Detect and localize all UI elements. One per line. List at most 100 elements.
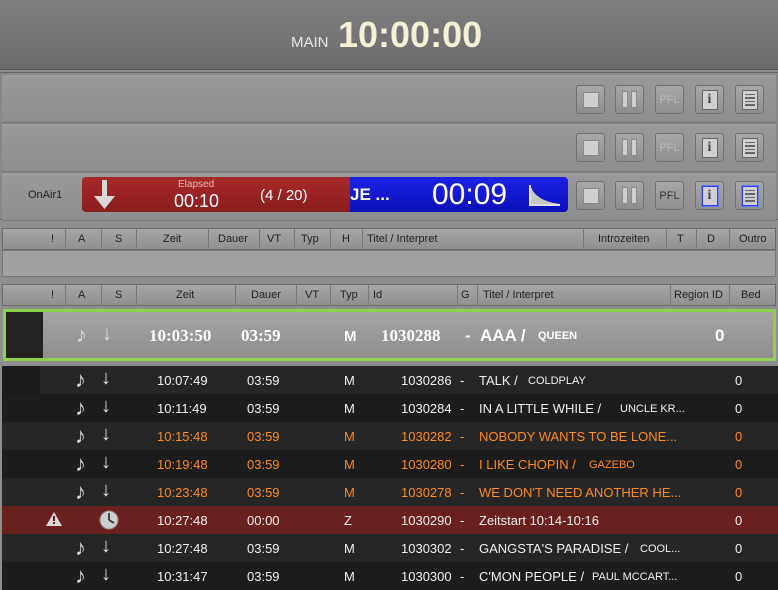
col-id[interactable]: Id bbox=[373, 289, 382, 301]
music-note-icon: ♪ bbox=[75, 563, 86, 588]
col-region-id[interactable]: Region ID bbox=[674, 289, 723, 301]
row-dash: - bbox=[460, 457, 465, 472]
playlist-row[interactable]: ♪ ↓ 10:19:48 03:59 M 1030280 - I LIKE CH… bbox=[2, 450, 778, 478]
row-title: NOBODY WANTS TO BE LONE... bbox=[479, 429, 678, 444]
info-icon: i bbox=[701, 89, 718, 110]
col-dauer[interactable]: Dauer bbox=[218, 233, 248, 245]
down-arrow-icon: ↓ bbox=[101, 563, 111, 585]
remaining-panel[interactable]: JE ... 00:09 bbox=[350, 177, 568, 212]
stop-button[interactable] bbox=[576, 85, 605, 114]
col-bed[interactable]: Bed bbox=[741, 289, 761, 301]
row-region: 0 bbox=[735, 541, 743, 556]
pfl-label: PFL bbox=[659, 93, 680, 106]
row-type: M bbox=[344, 457, 355, 472]
pfl-label: PFL bbox=[659, 189, 680, 202]
playlist-row[interactable]: ♪ ↓ 10:07:49 03:59 M 1030286 - TALK / CO… bbox=[2, 366, 778, 394]
list-button[interactable] bbox=[735, 133, 764, 162]
col-s[interactable]: S bbox=[115, 233, 122, 245]
music-note-icon: ♪ bbox=[75, 423, 86, 448]
col-zeit[interactable]: Zeit bbox=[176, 289, 194, 301]
col-flag[interactable]: ! bbox=[51, 233, 54, 245]
col-vt[interactable]: VT bbox=[305, 289, 319, 301]
row-artist: GAZEBO bbox=[589, 459, 635, 471]
playlist-row[interactable]: ♪ ↓ 10:23:48 03:59 M 1030278 - WE DON'T … bbox=[2, 478, 778, 506]
col-introzeiten[interactable]: Introzeiten bbox=[598, 233, 649, 245]
col-typ[interactable]: Typ bbox=[301, 233, 319, 245]
elapsed-panel[interactable]: Elapsed 00:10 (4 / 20) bbox=[82, 177, 350, 212]
down-arrow-icon bbox=[94, 180, 115, 209]
list-button[interactable] bbox=[735, 85, 764, 114]
playlist-row[interactable]: ♪ ↓ 10:31:47 03:59 M 1030300 - C'MON PEO… bbox=[2, 562, 778, 590]
clock-label: MAIN bbox=[291, 34, 329, 51]
stop-icon bbox=[582, 139, 599, 156]
pfl-button[interactable]: PFL bbox=[655, 133, 684, 162]
row-duration: 03:59 bbox=[247, 569, 280, 584]
col-g[interactable]: G bbox=[461, 289, 470, 301]
music-note-icon: ♪ bbox=[76, 322, 87, 347]
document-icon bbox=[741, 185, 758, 206]
row-title: I LIKE CHOPIN / bbox=[479, 457, 576, 472]
col-dauer[interactable]: Dauer bbox=[251, 289, 281, 301]
col-s[interactable]: S bbox=[115, 289, 122, 301]
row-dash: - bbox=[460, 373, 465, 388]
col-a[interactable]: A bbox=[78, 289, 85, 301]
row-dash: - bbox=[460, 513, 465, 528]
col-title[interactable]: Titel / Interpret bbox=[483, 289, 554, 301]
col-typ[interactable]: Typ bbox=[340, 289, 358, 301]
row-type: M bbox=[344, 328, 357, 345]
stop-button[interactable] bbox=[576, 181, 605, 210]
row-duration: 03:59 bbox=[247, 457, 280, 472]
current-playlist-row[interactable]: ♪ ↓ 10:03:50 03:59 M 1030288 - AAA / QUE… bbox=[3, 309, 776, 361]
row-id: 1030288 bbox=[381, 326, 441, 345]
col-d[interactable]: D bbox=[707, 233, 715, 245]
row-time: 10:23:48 bbox=[157, 485, 208, 500]
down-arrow-icon: ↓ bbox=[101, 535, 111, 557]
col-outro[interactable]: Outro bbox=[739, 233, 767, 245]
col-flag[interactable]: ! bbox=[51, 289, 54, 301]
row-duration: 03:59 bbox=[241, 326, 281, 345]
pfl-button[interactable]: PFL bbox=[655, 85, 684, 114]
col-title[interactable]: Titel / Interpret bbox=[367, 233, 438, 245]
stop-button[interactable] bbox=[576, 133, 605, 162]
info-button[interactable]: i bbox=[695, 85, 724, 114]
playlist-header: ! A S Zeit Dauer VT Typ Id G Titel / Int… bbox=[2, 284, 776, 306]
info-button[interactable]: i bbox=[695, 181, 724, 210]
row-status-indicator bbox=[6, 312, 43, 358]
pfl-button[interactable]: PFL bbox=[655, 181, 684, 210]
player-row-2: PFL i bbox=[2, 124, 776, 172]
col-a[interactable]: A bbox=[78, 233, 85, 245]
row-title: Zeitstart 10:14-10:16 bbox=[479, 513, 599, 528]
player-name: OnAir1 bbox=[28, 189, 63, 201]
row-artist: QUEEN bbox=[538, 330, 578, 342]
list-button[interactable] bbox=[735, 181, 764, 210]
row-id: 1030290 bbox=[401, 513, 452, 528]
col-vt[interactable]: VT bbox=[267, 233, 281, 245]
row-duration: 00:00 bbox=[247, 513, 280, 528]
playlist-row-timer[interactable]: 10:27:48 00:00 Z 1030290 - Zeitstart 10:… bbox=[2, 506, 778, 534]
player-row-1: PFL i bbox=[2, 75, 776, 123]
row-time: 10:19:48 bbox=[157, 457, 208, 472]
pause-button[interactable] bbox=[615, 85, 644, 114]
info-button[interactable]: i bbox=[695, 133, 724, 162]
row-duration: 03:59 bbox=[247, 373, 280, 388]
playlist-row[interactable]: ♪ ↓ 10:11:49 03:59 M 1030284 - IN A LITT… bbox=[2, 394, 778, 422]
music-note-icon: ♪ bbox=[75, 367, 86, 392]
playlist-row[interactable]: ♪ ↓ 10:27:48 03:59 M 1030302 - GANGSTA'S… bbox=[2, 534, 778, 562]
row-time: 10:27:48 bbox=[157, 513, 208, 528]
col-h[interactable]: H bbox=[342, 233, 350, 245]
row-type: M bbox=[344, 401, 355, 416]
elapsed-time: 00:10 bbox=[174, 191, 220, 211]
info-icon: i bbox=[701, 137, 718, 158]
music-note-icon: ♪ bbox=[75, 535, 86, 560]
pause-button[interactable] bbox=[615, 133, 644, 162]
col-zeit[interactable]: Zeit bbox=[163, 233, 181, 245]
row-region: 0 bbox=[735, 373, 743, 388]
row-title: GANGSTA'S PARADISE / bbox=[479, 541, 629, 556]
playlist-row[interactable]: ♪ ↓ 10:15:48 03:59 M 1030282 - NOBODY WA… bbox=[2, 422, 778, 450]
row-id: 1030300 bbox=[401, 569, 452, 584]
pause-button[interactable] bbox=[615, 181, 644, 210]
row-dash: - bbox=[460, 401, 465, 416]
col-t[interactable]: T bbox=[677, 233, 684, 245]
row-time: 10:11:49 bbox=[157, 401, 207, 416]
stop-icon bbox=[582, 91, 599, 108]
